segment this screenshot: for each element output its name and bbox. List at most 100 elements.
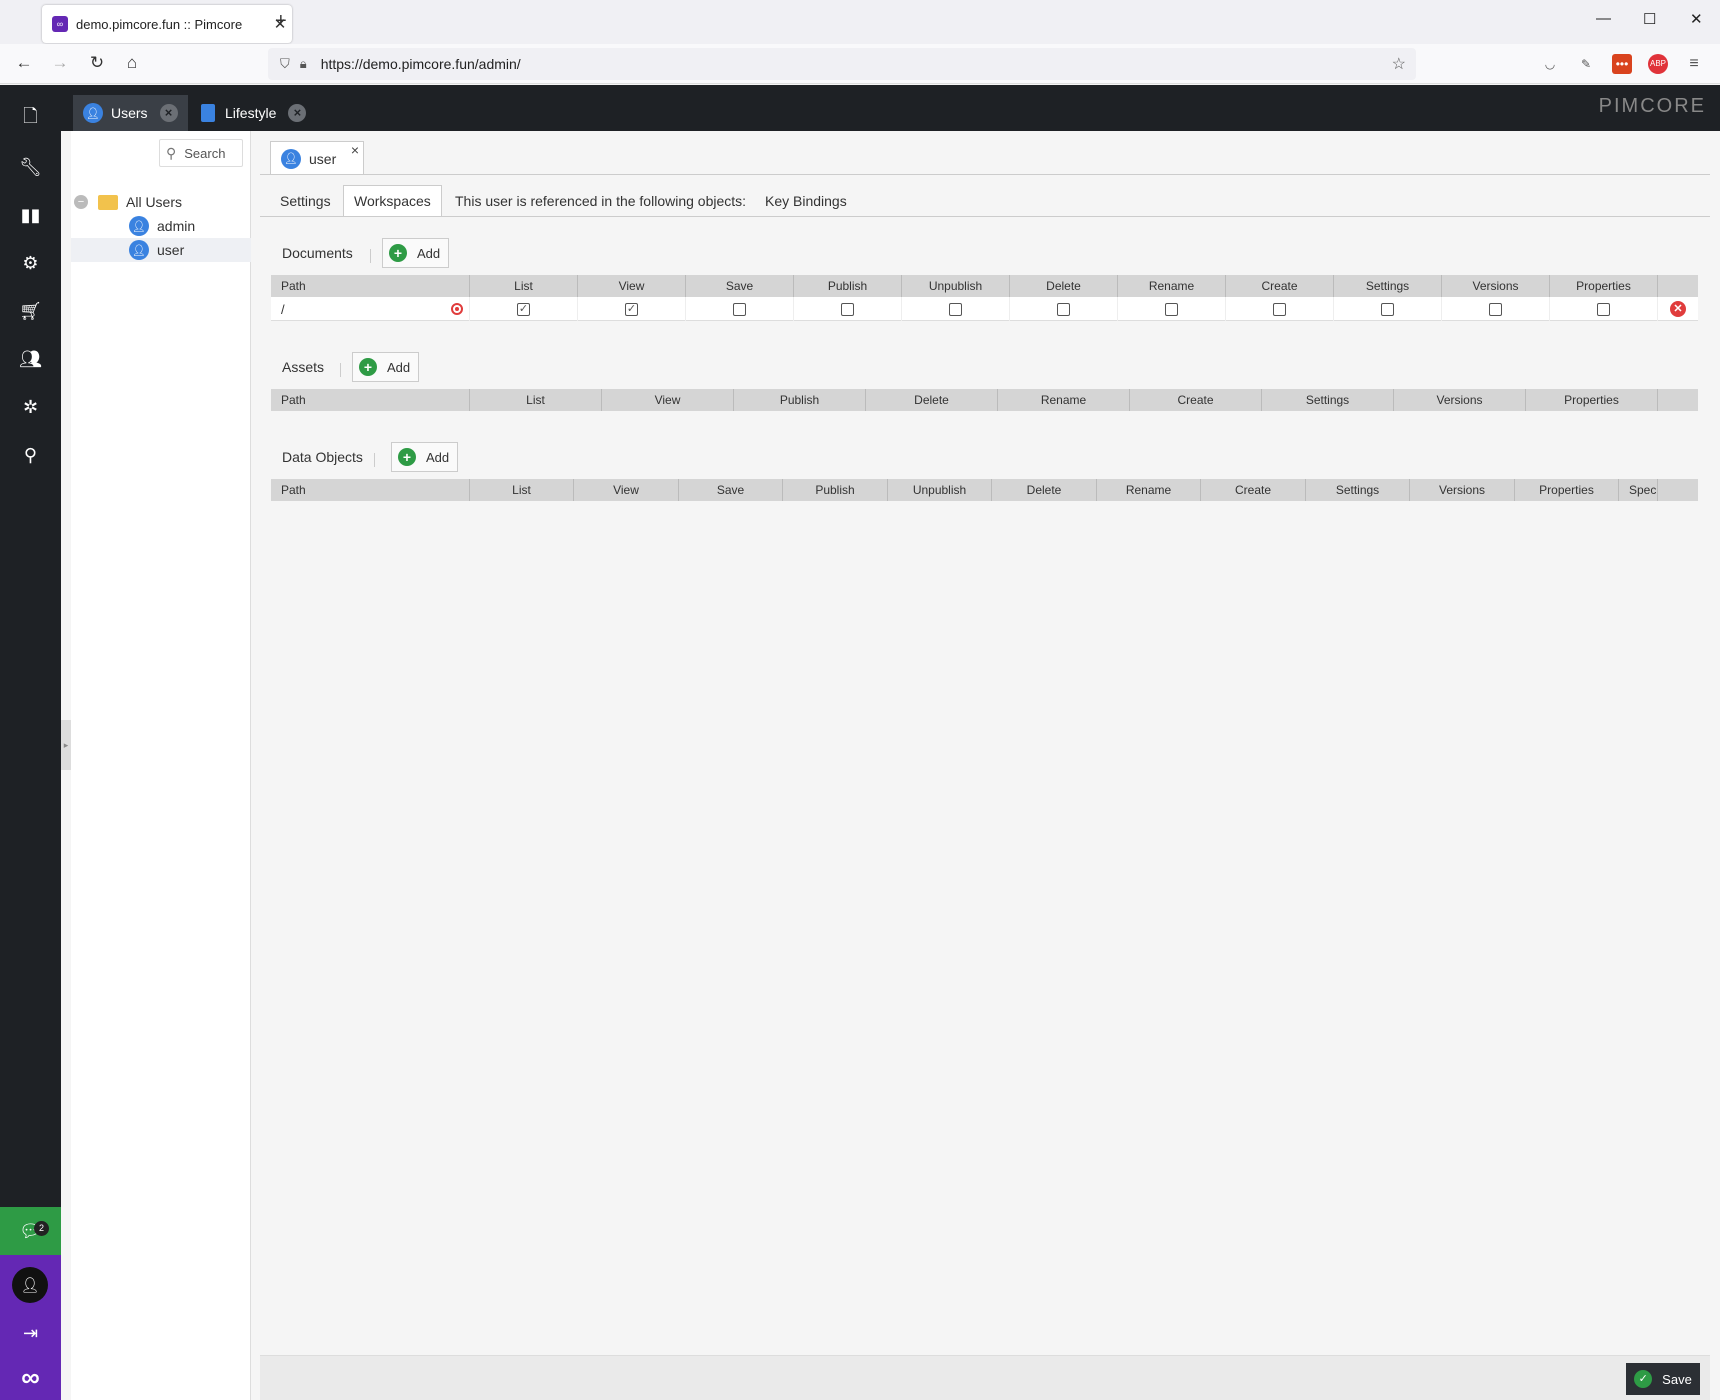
delete-row-icon[interactable]: ✕ xyxy=(1670,301,1686,317)
ecommerce-cart-icon[interactable]: 🛒︎ xyxy=(0,287,61,335)
column-header[interactable]: Delete xyxy=(866,389,998,411)
checkbox-versions[interactable] xyxy=(1489,302,1502,316)
tab-key-bindings[interactable]: Key Bindings xyxy=(755,185,857,217)
save-button[interactable]: ✓ Save xyxy=(1626,1363,1700,1395)
checkbox-unpublish[interactable] xyxy=(949,302,962,316)
user-icon: 👤︎ xyxy=(129,240,149,260)
column-header[interactable]: Create xyxy=(1130,389,1262,411)
search-icon[interactable]: ⚲ xyxy=(0,431,61,479)
column-header[interactable]: Create xyxy=(1201,479,1306,501)
pocket-icon[interactable]: ◡ xyxy=(1540,54,1560,74)
datahub-icon[interactable]: ✲ xyxy=(0,383,61,431)
checkbox-save[interactable] xyxy=(733,302,746,316)
reload-icon[interactable]: ↻ xyxy=(85,53,109,73)
column-header[interactable]: Rename xyxy=(1097,479,1201,501)
column-header[interactable]: Rename xyxy=(1118,275,1226,297)
browser-nav-bar: ← → ↻ ⌂ ⛉ 🔒︎ https://demo.pimcore.fun/ad… xyxy=(0,44,1720,84)
column-header[interactable]: Delete xyxy=(992,479,1097,501)
collapse-icon[interactable]: − xyxy=(74,195,88,209)
column-header[interactable]: Rename xyxy=(998,389,1130,411)
minimize-icon[interactable]: — xyxy=(1596,10,1611,27)
checkbox-create[interactable] xyxy=(1273,302,1286,316)
column-header[interactable]: Create xyxy=(1226,275,1334,297)
column-header[interactable]: Properties xyxy=(1526,389,1658,411)
column-header[interactable]: View xyxy=(578,275,686,297)
tools-icon[interactable]: 🔧︎ xyxy=(0,143,61,191)
menu-icon[interactable]: ≡ xyxy=(1684,54,1704,74)
forward-icon[interactable]: → xyxy=(48,53,72,73)
close-tab-lifestyle-icon[interactable]: × xyxy=(288,104,307,122)
tab-users[interactable]: 👤︎ Users × xyxy=(73,95,188,131)
locate-target-icon[interactable] xyxy=(451,303,463,315)
column-header[interactable]: Path xyxy=(271,275,470,297)
bookmark-star-icon[interactable]: ☆ xyxy=(1392,54,1406,74)
column-header[interactable]: Unpublish xyxy=(902,275,1010,297)
add-label: Add xyxy=(417,245,441,261)
tree-node-all-users[interactable]: − All Users xyxy=(71,190,251,214)
search-button[interactable]: ⚲ Search xyxy=(159,139,243,167)
column-header[interactable]: Save xyxy=(679,479,783,501)
add-asset-workspace-button[interactable]: + Add xyxy=(352,352,420,382)
column-header[interactable]: Path xyxy=(271,389,470,411)
tab-lifestyle[interactable]: Lifestyle × xyxy=(191,95,316,131)
extension-icon[interactable]: ••• xyxy=(1612,54,1632,74)
add-data-object-workspace-button[interactable]: + Add xyxy=(391,442,459,472)
column-header[interactable]: Versions xyxy=(1394,389,1526,411)
column-header[interactable]: Unpublish xyxy=(888,479,992,501)
tab-references[interactable]: This user is referenced in the following… xyxy=(445,185,756,217)
checkbox-publish[interactable] xyxy=(841,302,854,316)
path-cell[interactable]: / xyxy=(271,297,470,321)
collapse-handle[interactable]: ▸ xyxy=(61,720,71,770)
column-header[interactable]: Properties xyxy=(1515,479,1619,501)
column-header[interactable]: Publish xyxy=(734,389,866,411)
settings-icon[interactable]: ⚙ xyxy=(0,239,61,287)
eyedropper-icon[interactable]: ✎ xyxy=(1576,54,1596,74)
marketing-icon[interactable]: ▮▮ xyxy=(0,191,61,239)
checkbox-delete[interactable] xyxy=(1057,302,1070,316)
column-header[interactable]: Delete xyxy=(1010,275,1118,297)
tree-node-admin[interactable]: 👤︎ admin xyxy=(71,214,251,238)
documents-icon[interactable]: 🗋 xyxy=(0,95,61,143)
adblock-icon[interactable]: ABP xyxy=(1648,54,1668,74)
tree-node-user[interactable]: 👤︎ user xyxy=(71,238,251,262)
back-icon[interactable]: ← xyxy=(12,53,36,73)
tab-user[interactable]: 👤︎ user × xyxy=(270,141,364,175)
avatar[interactable]: 👤︎ xyxy=(12,1267,48,1303)
column-header[interactable]: List xyxy=(470,389,602,411)
close-tab-users-icon[interactable]: × xyxy=(159,104,178,122)
checkbox-settings[interactable] xyxy=(1381,302,1394,316)
column-header[interactable]: Settings xyxy=(1306,479,1410,501)
close-window-icon[interactable]: ✕ xyxy=(1690,10,1703,28)
column-header[interactable]: Versions xyxy=(1410,479,1515,501)
tab-settings[interactable]: Settings xyxy=(270,185,341,217)
column-header[interactable]: Settings xyxy=(1262,389,1394,411)
column-header[interactable]: Publish xyxy=(783,479,888,501)
logout-icon[interactable]: ⇥ xyxy=(0,1313,61,1353)
column-header[interactable]: View xyxy=(602,389,734,411)
maximize-icon[interactable]: ☐ xyxy=(1643,10,1656,28)
home-icon[interactable]: ⌂ xyxy=(120,53,144,73)
column-header[interactable]: List xyxy=(470,479,574,501)
url-bar[interactable]: ⛉ 🔒︎ https://demo.pimcore.fun/admin/ ☆ xyxy=(268,48,1416,80)
notifications-button[interactable]: 💬︎ 2 xyxy=(0,1207,61,1255)
checkbox-view[interactable]: ✓ xyxy=(625,302,638,316)
column-header[interactable]: Settings xyxy=(1334,275,1442,297)
users-icon[interactable]: 👥︎ xyxy=(0,335,61,383)
browser-tab[interactable]: ∞ demo.pimcore.fun :: Pimcore ✕ xyxy=(42,5,292,43)
close-icon[interactable]: × xyxy=(351,142,359,158)
checkbox-properties[interactable] xyxy=(1597,302,1610,316)
tab-workspaces[interactable]: Workspaces xyxy=(343,185,442,217)
column-header[interactable]: Save xyxy=(686,275,794,297)
user-icon: 👤︎ xyxy=(281,148,301,169)
checkbox-list[interactable]: ✓ xyxy=(517,302,530,316)
column-header[interactable]: Properties xyxy=(1550,275,1658,297)
column-header[interactable]: Publish xyxy=(794,275,902,297)
new-tab-button[interactable]: + xyxy=(275,10,287,33)
column-header[interactable]: Versions xyxy=(1442,275,1550,297)
column-header[interactable]: View xyxy=(574,479,679,501)
checkbox-rename[interactable] xyxy=(1165,302,1178,316)
column-header[interactable]: Path xyxy=(271,479,470,501)
add-document-workspace-button[interactable]: + Add xyxy=(382,238,450,268)
column-header[interactable]: Speci xyxy=(1619,479,1658,501)
column-header[interactable]: List xyxy=(470,275,578,297)
